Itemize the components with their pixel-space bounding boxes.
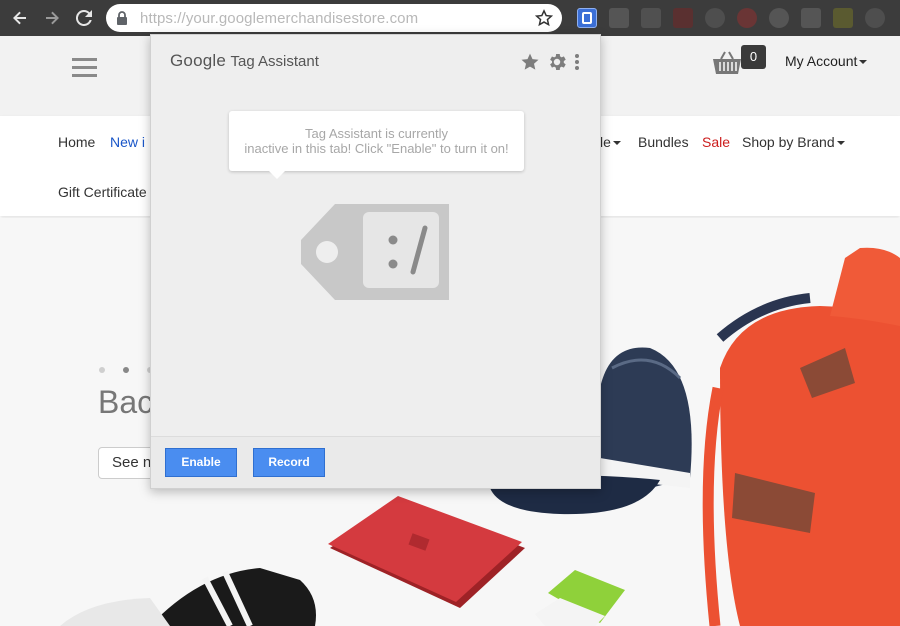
google-logo-text: Google (170, 51, 227, 70)
forward-icon[interactable] (40, 6, 64, 30)
cart-icon[interactable] (712, 50, 742, 81)
cart-count-badge: 0 (741, 45, 766, 69)
hamburger-menu-icon[interactable] (72, 58, 97, 78)
extension-icon-8[interactable] (801, 8, 821, 28)
nav-partial-label: le (600, 134, 611, 150)
extension-icon-3[interactable] (641, 8, 661, 28)
lock-icon (116, 11, 128, 30)
chevron-down-icon (612, 141, 621, 146)
tag-illustration-icon (301, 204, 449, 300)
address-bar[interactable]: https://your.googlemerchandisestore.com (106, 4, 562, 32)
more-options-icon[interactable] (574, 53, 580, 76)
extension-icon-9[interactable] (833, 8, 853, 28)
nav-shop-by-brand-label: Shop by Brand (742, 134, 835, 150)
record-button[interactable]: Record (253, 448, 325, 477)
nav-gift-certificates[interactable]: Gift Certificate (58, 184, 147, 200)
extension-icon-2[interactable] (609, 8, 629, 28)
nav-home[interactable]: Home (58, 134, 95, 150)
tag-assistant-popup: Google Tag Assistant Tag Assistant is cu… (150, 34, 601, 489)
tooltip-line-2: inactive in this tab! Click "Enable" to … (244, 141, 509, 156)
gear-icon[interactable] (546, 51, 568, 78)
browser-toolbar: https://your.googlemerchandisestore.com (0, 0, 900, 36)
extension-icon-4[interactable] (673, 8, 693, 28)
url-text: https://your.googlemerchandisestore.com (140, 10, 419, 27)
enable-button[interactable]: Enable (165, 448, 237, 477)
nav-shop-by-brand[interactable]: Shop by Brand (742, 134, 845, 150)
nav-new[interactable]: New i (110, 134, 145, 150)
popup-footer: Enable Record (151, 436, 600, 488)
popup-toolbar (520, 51, 580, 78)
extension-icon-7[interactable] (769, 8, 789, 28)
my-account-label: My Account (785, 53, 858, 69)
extension-icon-6[interactable] (737, 8, 757, 28)
my-account-menu[interactable]: My Account (785, 53, 868, 69)
back-icon[interactable] (8, 6, 32, 30)
nav-partial-item[interactable]: le (600, 134, 621, 150)
nav-sale[interactable]: Sale (702, 134, 730, 150)
star-icon[interactable] (520, 52, 540, 77)
extension-icon-10[interactable] (865, 8, 885, 28)
nav-bundles[interactable]: Bundles (638, 134, 689, 150)
reload-icon[interactable] (72, 6, 96, 30)
popup-title: Tag Assistant (230, 53, 319, 70)
popup-header: Google Tag Assistant (170, 51, 319, 71)
extension-icon-5[interactable] (705, 8, 725, 28)
inactive-tooltip: Tag Assistant is currently inactive in t… (229, 111, 524, 179)
tooltip-line-1: Tag Assistant is currently (304, 126, 449, 141)
bookmark-star-icon[interactable] (534, 9, 554, 32)
tag-assistant-icon[interactable] (577, 8, 597, 28)
chevron-down-icon (859, 60, 868, 65)
chevron-down-icon (836, 141, 845, 146)
